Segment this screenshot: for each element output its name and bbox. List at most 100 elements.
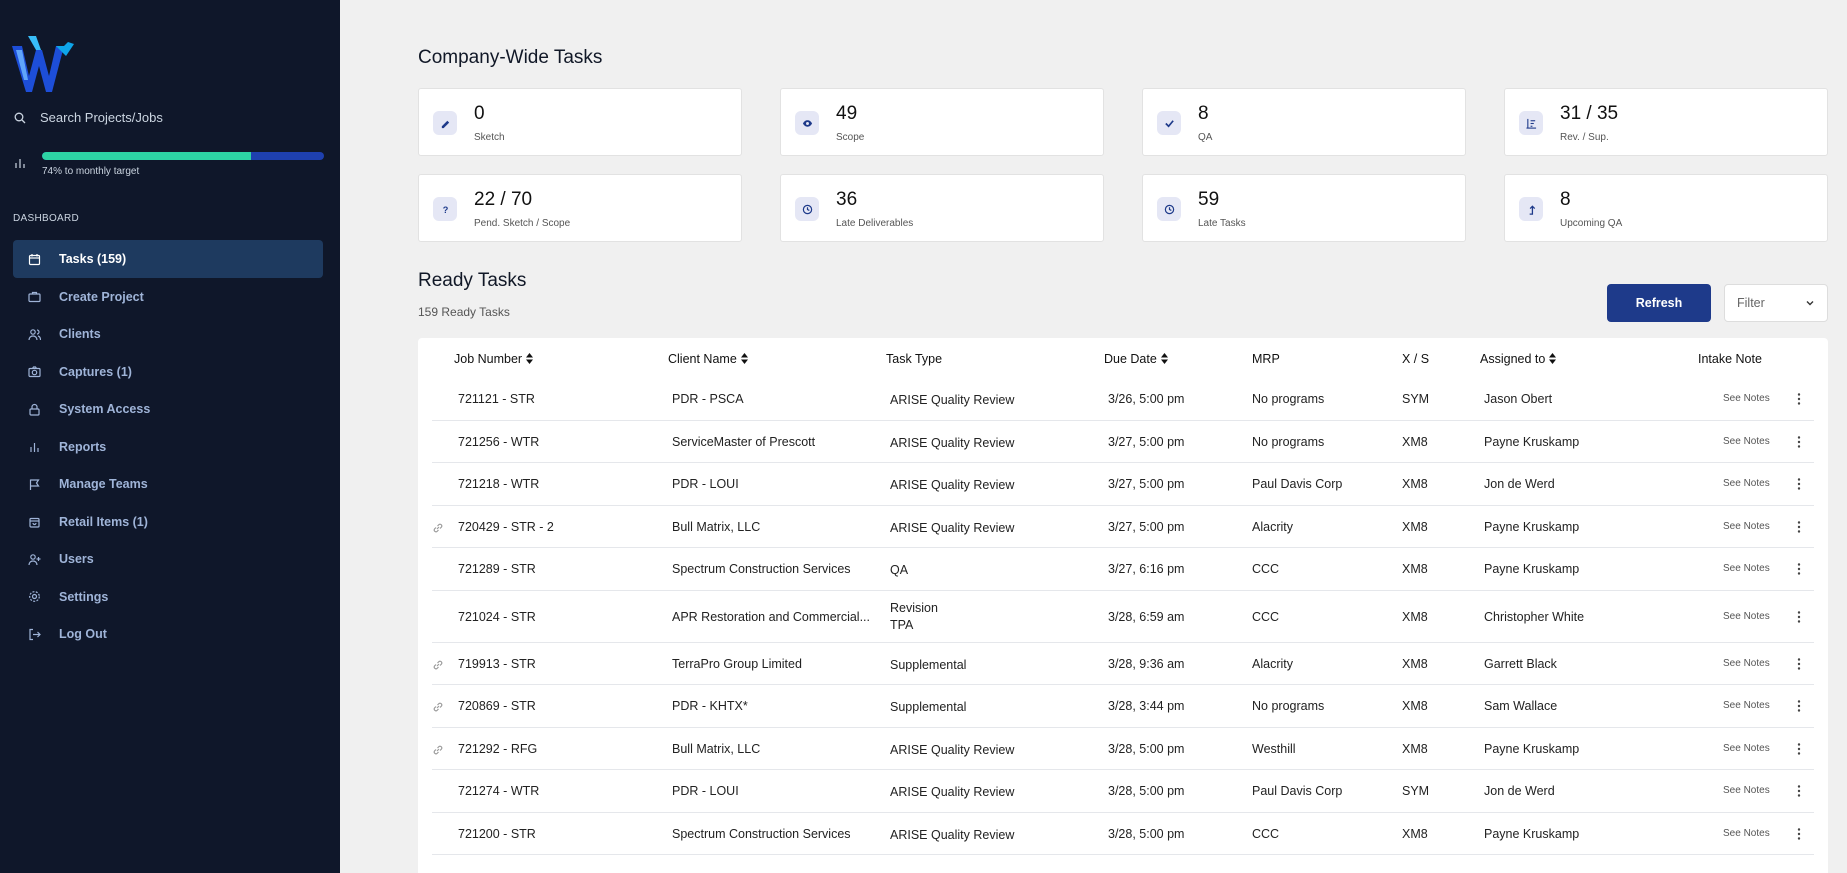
more-options-icon[interactable]	[1792, 477, 1806, 491]
more-options-icon[interactable]	[1792, 392, 1806, 406]
see-notes-link[interactable]: See Notes	[1723, 785, 1770, 796]
see-notes-link[interactable]: See Notes	[1723, 436, 1770, 447]
ready-tasks-table: Job Number Client Name Task Type Due Date MR…	[418, 338, 1828, 873]
job-number[interactable]: 721200 - STR	[458, 827, 536, 841]
more-options-icon[interactable]	[1792, 784, 1806, 798]
search-projects[interactable]: Search Projects/Jobs	[14, 110, 163, 125]
mrp: CCC	[1252, 562, 1280, 577]
table-row[interactable]: 721218 - WTR PDR - LOUI ARISE Quality Revi…	[432, 463, 1814, 506]
stat-value: 59	[1198, 189, 1220, 210]
more-options-icon[interactable]	[1792, 657, 1806, 671]
more-options-icon[interactable]	[1792, 742, 1806, 756]
job-number[interactable]: 721292 - RFG	[458, 742, 537, 756]
job-number[interactable]: 721024 - STR	[458, 610, 536, 624]
table-row[interactable]: 720869 - STR PDR - KHTX* Supplemental 3/28,…	[432, 685, 1814, 728]
see-notes-link[interactable]: See Notes	[1723, 393, 1770, 404]
stat-card-upcoming-qa[interactable]: 8 Upcoming QA	[1504, 174, 1828, 242]
more-options-icon[interactable]	[1792, 827, 1806, 841]
job-number[interactable]: 721218 - WTR	[458, 477, 539, 491]
job-number[interactable]: 720429 - STR - 2	[458, 520, 554, 534]
client-name: Bull Matrix, LLC	[672, 519, 761, 534]
sidebar-item-clients[interactable]: Clients	[13, 315, 323, 353]
task-type-line: ARISE Quality Review	[890, 742, 1015, 757]
column-header-client-name[interactable]: Client Name	[668, 352, 748, 366]
sidebar-item-settings[interactable]: Settings	[13, 578, 323, 616]
sidebar-item-tasks[interactable]: Tasks (159)	[13, 240, 323, 278]
progress-fill	[42, 152, 251, 160]
sidebar-item-manage-teams[interactable]: Manage Teams	[13, 465, 323, 503]
more-options-icon[interactable]	[1792, 699, 1806, 713]
see-notes-link[interactable]: See Notes	[1723, 743, 1770, 754]
ready-tasks-title: Ready Tasks	[418, 270, 527, 291]
client-name: Spectrum Construction Services	[672, 562, 851, 577]
sidebar-item-log-out[interactable]: Log Out	[13, 615, 323, 653]
job-number[interactable]: 719913 - STR	[458, 657, 536, 671]
stat-value: 49	[836, 103, 858, 124]
link-icon[interactable]	[432, 659, 444, 671]
more-options-icon[interactable]	[1792, 435, 1806, 449]
sidebar-item-reports[interactable]: Reports	[13, 428, 323, 466]
job-number[interactable]: 721289 - STR	[458, 562, 536, 576]
stat-card-late-deliverables[interactable]: 36 Late Deliverables	[780, 174, 1104, 242]
more-options-icon[interactable]	[1792, 610, 1806, 624]
stats-cards: 0 Sketch 49 Scope 8 QA 31 / 35 Rev. / Sup. ? 22 /…	[418, 88, 1828, 242]
stat-card-sketch[interactable]: 0 Sketch	[418, 88, 742, 156]
assigned-to: Payne Kruskamp	[1484, 562, 1580, 577]
table-row[interactable]: 721256 - WTR ServiceMaster of Prescott ARI…	[432, 421, 1814, 463]
table-row[interactable]: 721024 - STR APR Restoration and Commerci…	[432, 591, 1814, 643]
table-row[interactable]: 720429 - STR - 2 Bull Matrix, LLC ARISE Qu…	[432, 506, 1814, 548]
task-type: ARISE Quality Review	[890, 435, 1014, 452]
assigned-to: Payne Kruskamp	[1484, 826, 1580, 841]
stat-card-pend-sketch-scope[interactable]: ? 22 / 70 Pend. Sketch / Scope	[418, 174, 742, 242]
sidebar-item-captures[interactable]: Captures (1)	[13, 353, 323, 391]
see-notes-link[interactable]: See Notes	[1723, 478, 1770, 489]
stat-card-rev-sup[interactable]: 31 / 35 Rev. / Sup.	[1504, 88, 1828, 156]
due-date: 3/28, 5:00 pm	[1108, 826, 1185, 841]
column-header-x-s: X / S	[1402, 352, 1429, 366]
column-header-assigned-to[interactable]: Assigned to	[1480, 352, 1557, 366]
job-number[interactable]: 720869 - STR	[458, 699, 536, 713]
see-notes-link[interactable]: See Notes	[1723, 563, 1770, 574]
due-date: 3/27, 6:16 pm	[1108, 562, 1185, 577]
column-header-due-date[interactable]: Due Date	[1104, 352, 1168, 366]
more-options-icon[interactable]	[1792, 562, 1806, 576]
table-row[interactable]: 721200 - STR Spectrum Construction Servic…	[432, 813, 1814, 855]
stat-card-qa[interactable]: 8 QA	[1142, 88, 1466, 156]
stat-card-scope[interactable]: 49 Scope	[780, 88, 1104, 156]
sidebar-item-system-access[interactable]: System Access	[13, 390, 323, 428]
see-notes-link[interactable]: See Notes	[1723, 658, 1770, 669]
job-number[interactable]: 721121 - STR	[458, 392, 535, 406]
link-icon[interactable]	[432, 701, 444, 713]
logo[interactable]	[12, 36, 74, 92]
sidebar-item-create-project[interactable]: Create Project	[13, 278, 323, 316]
stat-card-late-tasks[interactable]: 59 Late Tasks	[1142, 174, 1466, 242]
see-notes-link[interactable]: See Notes	[1723, 521, 1770, 532]
link-icon[interactable]	[432, 744, 444, 756]
mrp: Paul Davis Corp	[1252, 477, 1343, 492]
filter-select[interactable]: Filter	[1724, 284, 1828, 322]
column-label: Intake Note	[1698, 352, 1762, 366]
sidebar-item-users[interactable]: Users	[13, 540, 323, 578]
ready-tasks-count: 159 Ready Tasks	[418, 305, 510, 319]
job-number[interactable]: 721256 - WTR	[458, 435, 539, 449]
link-icon[interactable]	[432, 522, 444, 534]
see-notes-link[interactable]: See Notes	[1723, 700, 1770, 711]
job-number[interactable]: 721274 - WTR	[458, 784, 539, 798]
lock-icon	[29, 403, 40, 416]
more-options-icon[interactable]	[1792, 520, 1806, 534]
table-row[interactable]: 721121 - STR PDR - PSCA ARISE Quality Revi…	[432, 378, 1814, 421]
task-type-line: ARISE Quality Review	[890, 393, 1015, 408]
sidebar-item-retail-items[interactable]: Retail Items (1)	[13, 503, 323, 541]
mrp: CCC	[1252, 609, 1280, 624]
sidebar-item-label: Create Project	[59, 289, 144, 304]
see-notes-link[interactable]: See Notes	[1723, 828, 1770, 839]
search-icon	[14, 112, 26, 123]
table-row[interactable]: 719913 - STR TerraPro Group Limited Supple…	[432, 643, 1814, 685]
column-header-job-number[interactable]: Job Number	[454, 352, 534, 366]
shopping-bag-icon	[29, 517, 40, 528]
table-row[interactable]: 721274 - WTR PDR - LOUI ARISE Quality Revi…	[432, 770, 1814, 813]
see-notes-link[interactable]: See Notes	[1723, 611, 1770, 622]
table-row[interactable]: 721289 - STR Spectrum Construction Servic…	[432, 548, 1814, 591]
refresh-button[interactable]: Refresh	[1607, 284, 1711, 322]
table-row[interactable]: 721292 - RFG Bull Matrix, LLC ARISE Qualit…	[432, 728, 1814, 770]
